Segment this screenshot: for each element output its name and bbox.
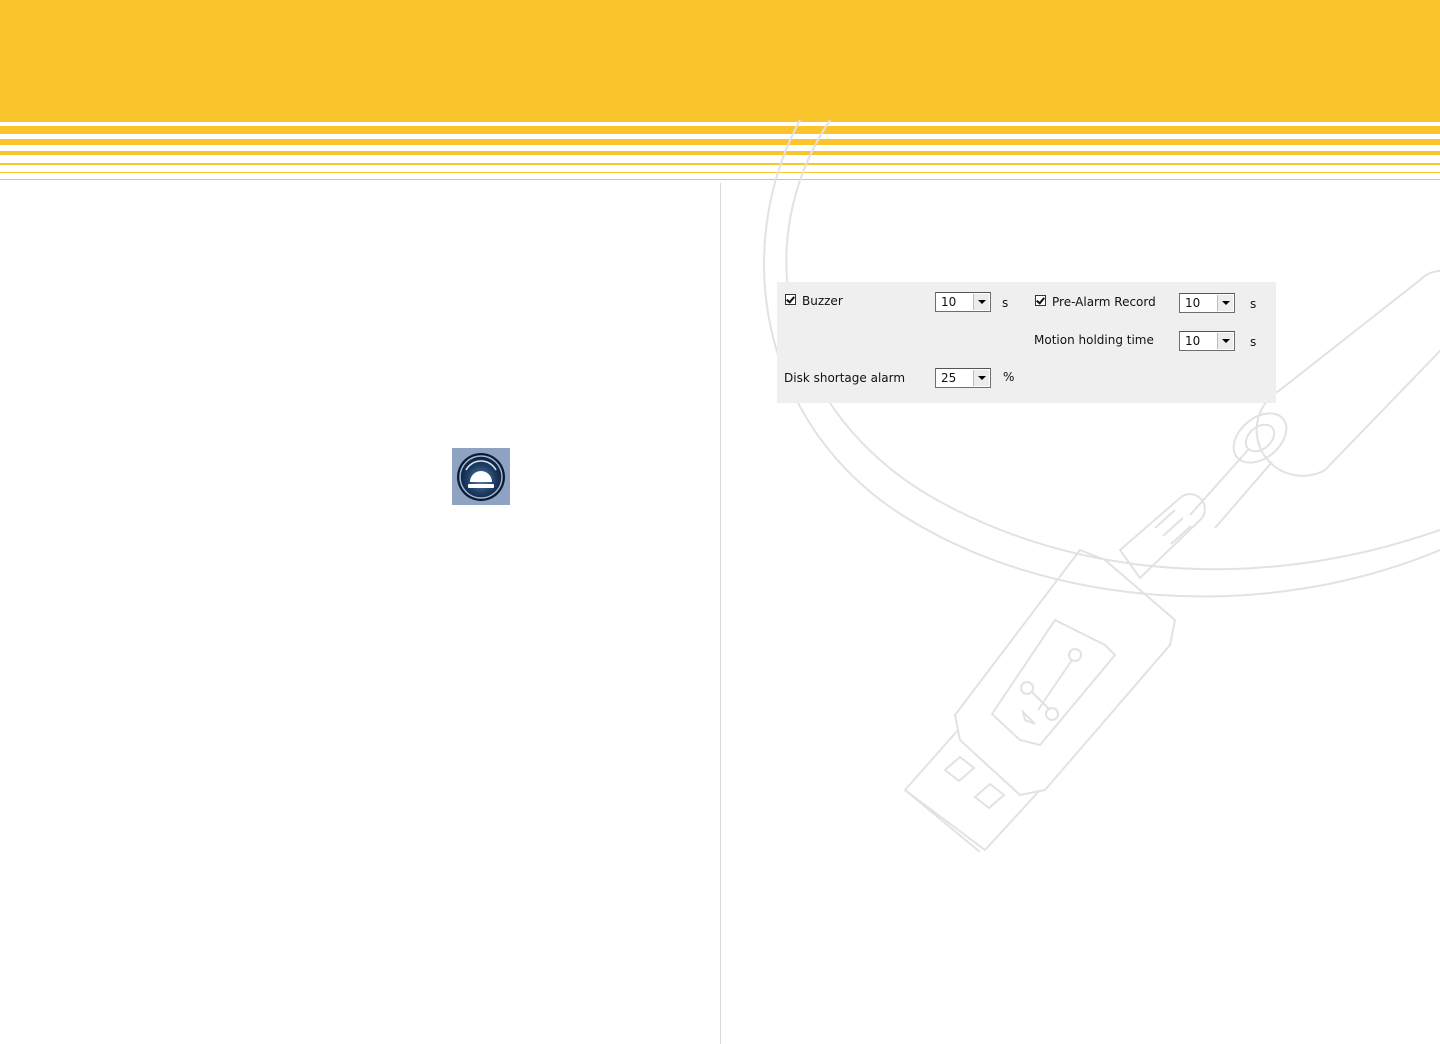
alarm-settings-panel: Buzzer 10 s Pre-Alarm Record 10 s Motion… — [777, 282, 1276, 403]
motion-holding-time-value: 10 — [1185, 334, 1201, 348]
chevron-down-icon[interactable] — [973, 370, 989, 386]
pre-alarm-record-checkbox[interactable] — [1035, 295, 1046, 306]
chevron-down-icon[interactable] — [1217, 295, 1233, 311]
motion-holding-time-label: Motion holding time — [1034, 333, 1154, 347]
pre-alarm-record-label: Pre-Alarm Record — [1052, 295, 1156, 309]
disk-shortage-alarm-value: 25 — [941, 371, 957, 385]
disk-shortage-alarm-select[interactable]: 25 — [935, 368, 991, 388]
disk-shortage-alarm-unit: % — [1003, 370, 1015, 384]
buzzer-duration-value: 10 — [941, 295, 957, 309]
pre-alarm-record-unit: s — [1250, 297, 1257, 311]
chevron-down-icon[interactable] — [973, 294, 989, 310]
buzzer-duration-select[interactable]: 10 — [935, 292, 991, 312]
alarm-siren-icon — [452, 448, 510, 505]
buzzer-label: Buzzer — [802, 294, 843, 308]
buzzer-checkbox[interactable] — [785, 294, 796, 305]
motion-holding-time-unit: s — [1250, 335, 1257, 349]
pre-alarm-record-select[interactable]: 10 — [1179, 293, 1235, 313]
disk-shortage-alarm-label: Disk shortage alarm — [784, 371, 906, 385]
pre-alarm-record-value: 10 — [1185, 296, 1201, 310]
motion-holding-time-select[interactable]: 10 — [1179, 331, 1235, 351]
usb-plug-icon — [763, 119, 1440, 853]
buzzer-unit: s — [1002, 296, 1009, 310]
chevron-down-icon[interactable] — [1217, 333, 1233, 349]
